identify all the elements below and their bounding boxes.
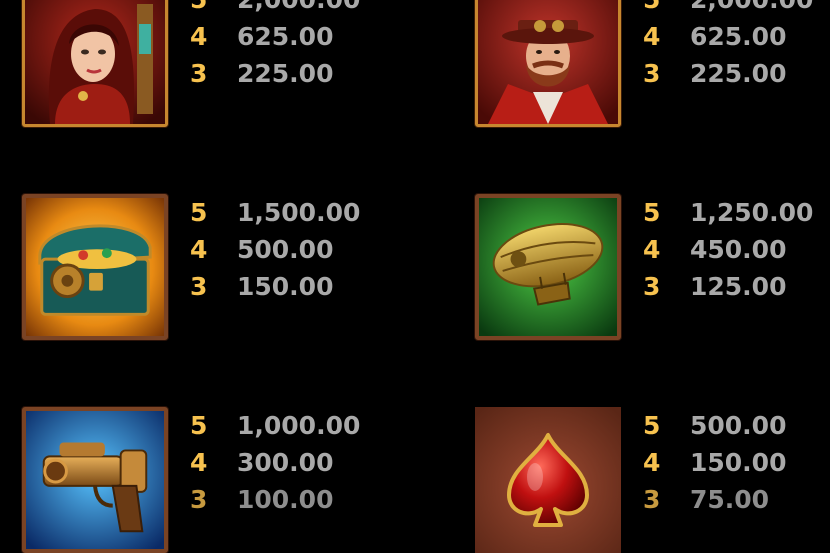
payout-amount: 125.00 bbox=[690, 272, 787, 301]
payout-list: 5 1,000.00 4 300.00 3 100.00 bbox=[190, 407, 360, 518]
payout-amount: 500.00 bbox=[690, 411, 787, 440]
payout-row: 5 1,250.00 bbox=[643, 194, 813, 231]
payout-row: 3 225.00 bbox=[190, 55, 360, 92]
payout-amount: 2,000.00 bbox=[237, 0, 360, 14]
payout-amount: 1,250.00 bbox=[690, 198, 814, 227]
match-count: 5 bbox=[643, 198, 661, 227]
paytable-entry-treasure-chest: 5 1,500.00 4 500.00 3 150.00 bbox=[22, 194, 402, 340]
paytable-entry-airship: 5 1,250.00 4 450.00 3 125.00 bbox=[475, 194, 830, 340]
payout-row: 5 1,500.00 bbox=[190, 194, 360, 231]
payout-row: 3 100.00 bbox=[190, 481, 360, 518]
payout-amount: 500.00 bbox=[237, 235, 334, 264]
match-count: 4 bbox=[190, 22, 208, 51]
payout-amount: 300.00 bbox=[237, 448, 334, 477]
gentleman-portrait-icon bbox=[475, 0, 621, 127]
payout-row: 5 500.00 bbox=[643, 407, 786, 444]
lady-portrait-icon bbox=[22, 0, 168, 127]
match-count: 4 bbox=[190, 235, 208, 264]
payout-amount: 450.00 bbox=[690, 235, 787, 264]
payout-row: 4 500.00 bbox=[190, 231, 360, 268]
payout-list: 5 500.00 4 150.00 3 75.00 bbox=[643, 407, 786, 518]
payout-amount: 1,000.00 bbox=[237, 411, 361, 440]
paytable-screen: { "paytable": { "entries": [ { "symbol":… bbox=[0, 0, 830, 553]
match-count: 3 bbox=[643, 272, 661, 301]
payout-list: 52,000.00 4 625.00 3 225.00 bbox=[190, 0, 360, 92]
match-count: 3 bbox=[643, 59, 661, 88]
payout-row: 4 150.00 bbox=[643, 444, 786, 481]
payout-row: 3 125.00 bbox=[643, 268, 813, 305]
match-count: 4 bbox=[643, 448, 661, 477]
payout-list: 5 1,500.00 4 500.00 3 150.00 bbox=[190, 194, 360, 305]
match-count: 5 bbox=[190, 198, 208, 227]
match-count: 3 bbox=[190, 272, 208, 301]
payout-amount: 150.00 bbox=[690, 448, 787, 477]
payout-amount: 2,000.00 bbox=[690, 0, 813, 14]
payout-row: 5 1,000.00 bbox=[190, 407, 360, 444]
payout-amount: 1,500.00 bbox=[237, 198, 361, 227]
payout-row: 3 150.00 bbox=[190, 268, 360, 305]
payout-row: 3 225.00 bbox=[643, 55, 813, 92]
payout-amount: 225.00 bbox=[237, 59, 334, 88]
payout-row: 4 625.00 bbox=[190, 18, 360, 55]
payout-amount: 225.00 bbox=[690, 59, 787, 88]
match-count: 4 bbox=[190, 448, 208, 477]
payout-amount: 75.00 bbox=[690, 485, 770, 514]
match-count: 5 bbox=[190, 0, 237, 18]
match-count: 3 bbox=[643, 485, 661, 514]
match-count: 4 bbox=[643, 22, 661, 51]
payout-row: 52,000.00 bbox=[190, 0, 360, 18]
payout-list: 52,000.00 4 625.00 3 225.00 bbox=[643, 0, 813, 92]
paytable-entry-ray-gun: 5 1,000.00 4 300.00 3 100.00 bbox=[22, 407, 402, 553]
payout-row: 4 450.00 bbox=[643, 231, 813, 268]
paytable-entry-gentleman: 52,000.00 4 625.00 3 225.00 bbox=[475, 0, 830, 127]
paytable-entry-spade: 5 500.00 4 150.00 3 75.00 bbox=[475, 407, 830, 553]
match-count: 3 bbox=[190, 59, 208, 88]
match-count: 3 bbox=[190, 485, 208, 514]
payout-list: 5 1,250.00 4 450.00 3 125.00 bbox=[643, 194, 813, 305]
payout-row: 4 625.00 bbox=[643, 18, 813, 55]
payout-amount: 150.00 bbox=[237, 272, 334, 301]
payout-row: 3 75.00 bbox=[643, 481, 786, 518]
paytable-entry-lady: 52,000.00 4 625.00 3 225.00 bbox=[22, 0, 402, 127]
payout-amount: 625.00 bbox=[690, 22, 787, 51]
spade-icon bbox=[475, 407, 621, 553]
payout-amount: 625.00 bbox=[237, 22, 334, 51]
payout-row: 4 300.00 bbox=[190, 444, 360, 481]
match-count: 5 bbox=[643, 411, 661, 440]
treasure-chest-icon bbox=[22, 194, 168, 340]
payout-row: 52,000.00 bbox=[643, 0, 813, 18]
ray-gun-icon bbox=[22, 407, 168, 553]
match-count: 5 bbox=[190, 411, 208, 440]
match-count: 5 bbox=[643, 0, 690, 18]
payout-amount: 100.00 bbox=[237, 485, 334, 514]
match-count: 4 bbox=[643, 235, 661, 264]
airship-icon bbox=[475, 194, 621, 340]
